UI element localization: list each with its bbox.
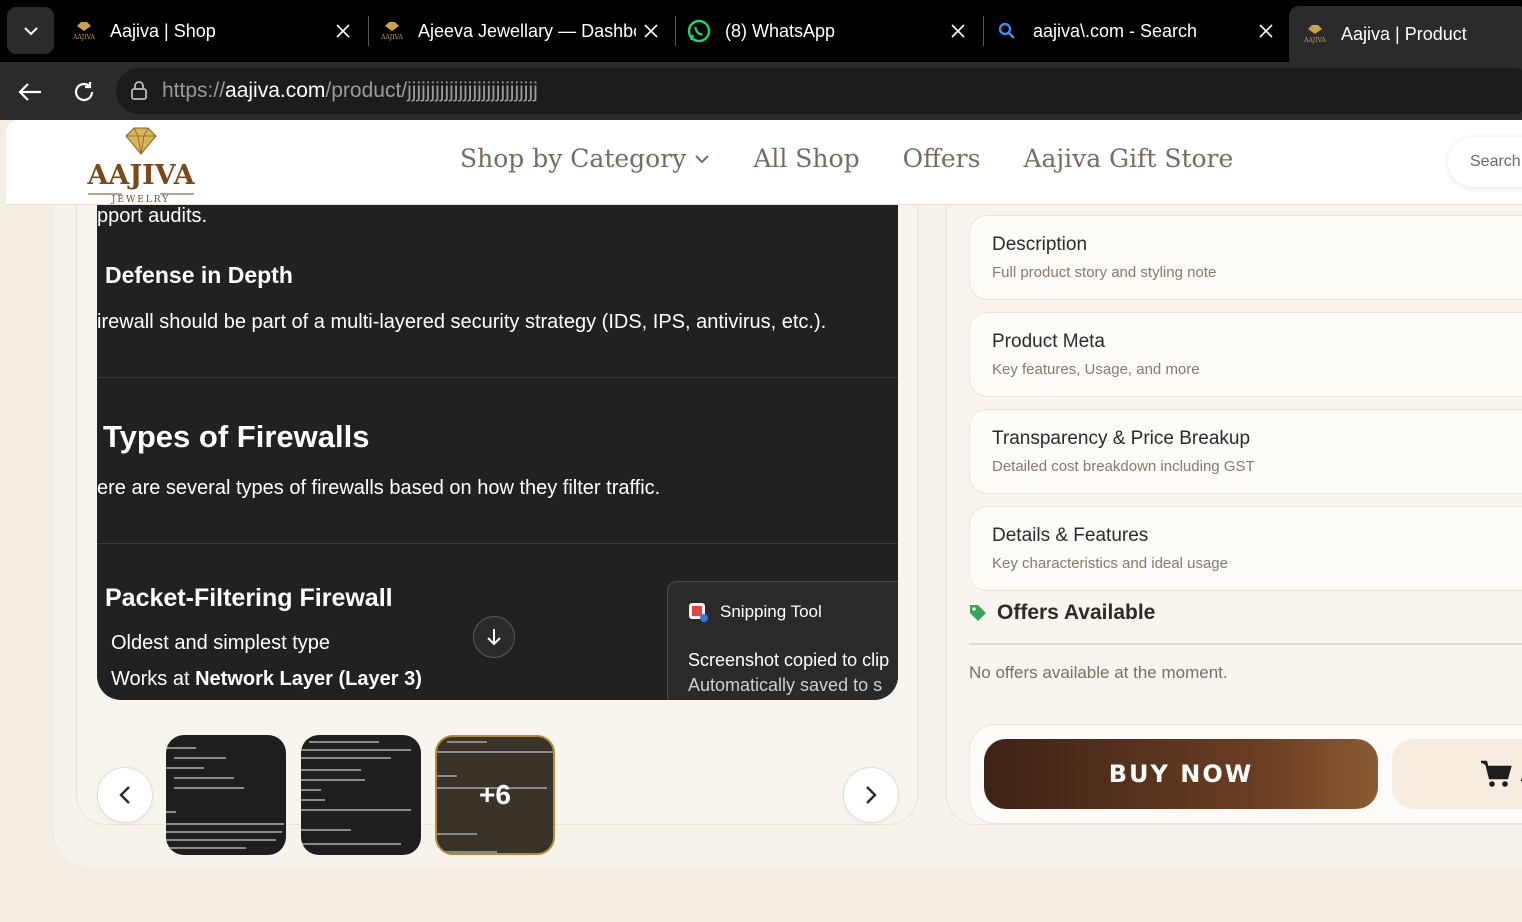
logo-subtext: JEWELRY (111, 195, 170, 204)
no-offers-text: No offers available at the moment. (969, 663, 1228, 682)
aajiva-favicon-icon: AAJIVA (1303, 22, 1327, 46)
snipping-tool-toast[interactable]: Snipping Tool Screenshot copied to clip … (667, 581, 898, 700)
tab-search-menu-button[interactable] (7, 7, 54, 54)
svg-text:AAJIVA: AAJIVA (73, 34, 95, 41)
tab-ajeeva-dashboard[interactable]: AAJIVA Ajeeva Jewellary — Dashboard (366, 0, 672, 62)
cart-icon (1481, 760, 1512, 787)
tab-aajiva-product[interactable]: AAJIVA Aajiva | Product (1289, 6, 1522, 62)
chevron-down-icon (695, 154, 710, 163)
tab-aajiva-shop[interactable]: AAJIVA Aajiva | Shop (58, 0, 364, 62)
gallery-main-image[interactable]: pport audits. Defense in Depth irewall s… (97, 205, 898, 700)
nav-gift-store[interactable]: Aajiva Gift Store (1023, 144, 1233, 173)
arrow-left-icon (18, 83, 41, 101)
reload-button[interactable] (66, 74, 102, 110)
nav-shop-by-category[interactable]: Shop by Category (460, 144, 710, 173)
close-icon[interactable] (1251, 16, 1281, 46)
accordion-product-meta[interactable]: Product Meta Key features, Usage, and mo… (969, 312, 1522, 397)
tab-search[interactable]: aajiva\.com - Search (981, 0, 1287, 62)
page-viewport: AAJIVA JEWELRY Shop by Category All Shop… (6, 120, 1522, 922)
add-to-cart-button[interactable]: A (1392, 739, 1522, 809)
main-nav: Shop by Category All Shop Offers Aajiva … (460, 144, 1233, 173)
search-icon (995, 19, 1019, 43)
gallery-thumbnail[interactable] (301, 735, 421, 855)
product-card: pport audits. Defense in Depth irewall s… (54, 120, 1522, 867)
reload-icon (74, 82, 94, 102)
site-info-icon[interactable] (128, 80, 150, 102)
gallery-thumbnail[interactable] (166, 735, 286, 855)
chevron-down-icon (23, 26, 38, 35)
aajiva-favicon-icon: AAJIVA (380, 19, 404, 43)
scroll-down-button[interactable] (473, 616, 515, 658)
accordion-description[interactable]: Description Full product story and styli… (969, 215, 1522, 300)
tab-title: Ajeeva Jewellary — Dashboard (418, 20, 636, 41)
gallery-prev-button[interactable] (97, 767, 153, 823)
snipping-tool-icon (689, 603, 708, 622)
gallery-next-button[interactable] (843, 767, 899, 823)
product-gallery: pport audits. Defense in Depth irewall s… (76, 120, 918, 855)
product-info-panel: Description Full product story and styli… (946, 120, 1522, 825)
svg-text:AAJIVA: AAJIVA (1304, 37, 1326, 44)
site-header: AAJIVA JEWELRY Shop by Category All Shop… (6, 120, 1522, 205)
whatsapp-icon (687, 19, 711, 43)
url-text: https://aajiva.com/product/jjjjjjjjjjjjj… (162, 79, 538, 102)
buy-now-button[interactable]: BUY NOW (984, 739, 1378, 809)
tab-title: (8) WhatsApp (725, 20, 836, 41)
svg-text:AAJIVA: AAJIVA (381, 34, 403, 41)
gallery-thumbnail-more[interactable]: +6 (435, 735, 555, 855)
back-button[interactable] (12, 74, 48, 110)
more-images-count: +6 (479, 779, 511, 810)
arrow-down-icon (487, 629, 501, 646)
tag-icon (970, 605, 986, 621)
close-icon[interactable] (328, 16, 358, 46)
tab-title: Aajiva | Product (1341, 23, 1467, 44)
nav-all-shop[interactable]: All Shop (753, 144, 859, 173)
close-icon[interactable] (636, 16, 666, 46)
chevron-left-icon (119, 786, 130, 804)
address-bar: https://aajiva.com/product/jjjjjjjjjjjjj… (0, 62, 1522, 120)
tab-bar: AAJIVA Aajiva | Shop AAJIVA Ajeeva Jewel… (0, 0, 1522, 62)
url-input[interactable]: https://aajiva.com/product/jjjjjjjjjjjjj… (116, 68, 1522, 114)
logo-text: AAJIVA (86, 160, 195, 191)
tab-title: Aajiva | Shop (110, 20, 216, 41)
tab-title: aajiva\.com - Search (1033, 20, 1198, 41)
close-icon[interactable] (943, 16, 973, 46)
tab-whatsapp[interactable]: (8) WhatsApp (673, 0, 979, 62)
accordion-details-features[interactable]: Details & Features Key characteristics a… (969, 506, 1522, 591)
site-logo[interactable]: AAJIVA JEWELRY (78, 126, 204, 205)
search-input[interactable]: Search... (1448, 137, 1522, 187)
aajiva-favicon-icon: AAJIVA (72, 19, 96, 43)
purchase-actions: BUY NOW A (969, 724, 1522, 824)
chevron-right-icon (866, 786, 877, 804)
offers-heading: Offers Available (969, 601, 1155, 625)
accordion-price-breakup[interactable]: Transparency & Price Breakup Detailed co… (969, 409, 1522, 494)
nav-offers[interactable]: Offers (903, 144, 981, 173)
